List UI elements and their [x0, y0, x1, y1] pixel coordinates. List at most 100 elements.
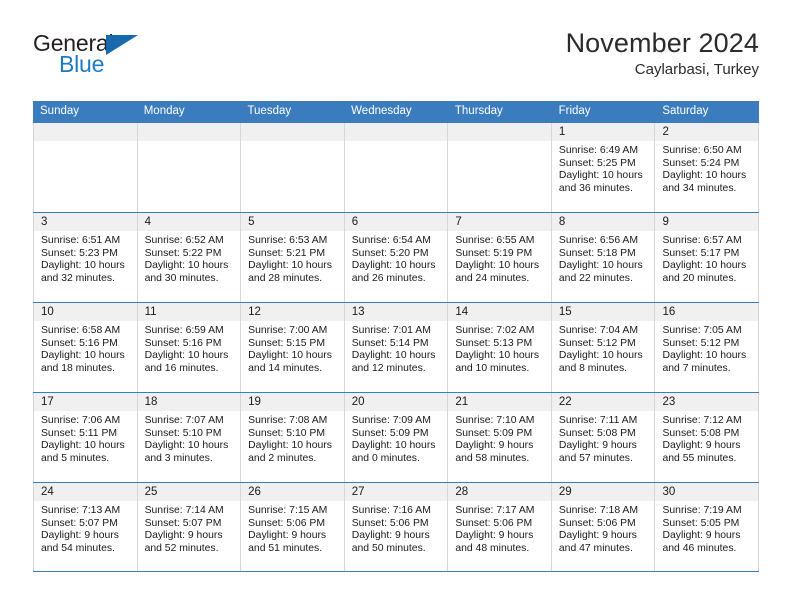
sunset-text: Sunset: 5:06 PM [558, 517, 636, 529]
daylight-text-line1: Daylight: 10 hours [558, 260, 643, 272]
calendar-day-cell[interactable]: 17 Sunrise: 7:06 AM Sunset: 5:11 PM Dayligh… [33, 393, 138, 482]
daylight-text-line1: Daylight: 10 hours [41, 350, 125, 362]
day-number: 27 [344, 483, 448, 501]
calendar-day-cell[interactable]: 20 Sunrise: 7:09 AM Sunset: 5:09 PM Dayligh… [344, 393, 449, 482]
daylight-text-line2: and 58 minutes. [455, 452, 530, 464]
sunrise-text: Sunrise: 7:09 AM [351, 415, 431, 426]
daylight-text-line2: and 14 minutes. [248, 362, 323, 374]
daylight-text-line1: Daylight: 9 hours [41, 530, 119, 542]
daylight-text-line2: and 18 minutes. [41, 362, 115, 374]
sunset-text: Sunset: 5:22 PM [144, 247, 222, 259]
sunrise-text: Sunrise: 6:56 AM [558, 235, 639, 246]
sunrise-text: Sunrise: 7:14 AM [144, 505, 224, 516]
calendar-day-cell[interactable]: 5 Sunrise: 6:53 AM Sunset: 5:21 PM Daylight… [241, 213, 345, 302]
day-number: 30 [655, 483, 759, 501]
sunrise-text: Sunrise: 7:02 AM [455, 325, 535, 336]
day-sun-info: Sunrise: 7:04 AM Sunset: 5:12 PM Daylight:… [552, 321, 655, 375]
sunrise-text: Sunrise: 6:53 AM [248, 235, 328, 246]
daylight-text-line2: and 55 minutes. [662, 452, 737, 464]
day-number: 13 [344, 303, 448, 321]
weekday-header-thursday: Thursday [454, 105, 503, 117]
daylight-text-line2: and 52 minutes. [144, 542, 219, 554]
calendar-day-cell[interactable]: 19 Sunrise: 7:08 AM Sunset: 5:10 PM Dayligh… [241, 393, 345, 482]
calendar-day-cell[interactable]: 9 Sunrise: 6:57 AM Sunset: 5:17 PM Daylight… [655, 213, 760, 302]
calendar-day-cell[interactable]: 30 Sunrise: 7:19 AM Sunset: 5:05 PM Dayligh… [655, 483, 760, 571]
weekday-header-row: Sunday Monday Tuesday Wednesday Thursday Frid… [33, 101, 759, 122]
calendar-day-cell[interactable]: 6 Sunrise: 6:54 AM Sunset: 5:20 PM Daylight… [344, 213, 449, 302]
sunset-text: Sunset: 5:12 PM [662, 337, 740, 349]
calendar-grid: Sunday Monday Tuesday Wednesday Thursday Frid… [33, 101, 760, 572]
calendar-day-cell[interactable]: 29 Sunrise: 7:18 AM Sunset: 5:06 PM Dayligh… [551, 483, 656, 571]
calendar-day-cell[interactable]: 15 Sunrise: 7:04 AM Sunset: 5:12 PM Dayligh… [551, 303, 656, 392]
daylight-text-line1: Daylight: 9 hours [558, 530, 637, 542]
sunset-text: Sunset: 5:11 PM [41, 427, 118, 439]
calendar-day-cell[interactable]: 26 Sunrise: 7:15 AM Sunset: 5:06 PM Dayligh… [241, 483, 345, 571]
calendar-day-cell[interactable]: 25 Sunrise: 7:14 AM Sunset: 5:07 PM Dayligh… [137, 483, 242, 571]
daylight-text-line2: and 2 minutes. [248, 452, 317, 464]
day-sun-info: Sunrise: 7:08 AM Sunset: 5:10 PM Daylight:… [241, 411, 344, 465]
triangle-flag-icon [106, 35, 138, 55]
sunset-text: Sunset: 5:17 PM [662, 247, 740, 259]
sunrise-text: Sunrise: 6:52 AM [144, 235, 224, 246]
day-number [137, 123, 241, 141]
day-sun-info: Sunrise: 6:56 AM Sunset: 5:18 PM Daylight:… [552, 231, 655, 285]
calendar-day-cell[interactable]: 23 Sunrise: 7:12 AM Sunset: 5:08 PM Dayligh… [655, 393, 760, 482]
sunset-text: Sunset: 5:08 PM [558, 427, 636, 439]
calendar-day-cell[interactable]: 4 Sunrise: 6:52 AM Sunset: 5:22 PM Daylight… [137, 213, 242, 302]
calendar-page: General Blue November 2024 Caylarbasi, T… [0, 0, 792, 612]
sunrise-text: Sunrise: 6:51 AM [41, 235, 121, 246]
calendar-day-cell[interactable]: 12 Sunrise: 7:00 AM Sunset: 5:15 PM Dayligh… [241, 303, 345, 392]
calendar-day-cell[interactable]: 13 Sunrise: 7:01 AM Sunset: 5:14 PM Dayligh… [344, 303, 449, 392]
calendar-day-cell[interactable]: 14 Sunrise: 7:02 AM Sunset: 5:13 PM Dayligh… [448, 303, 552, 392]
sunrise-text: Sunrise: 7:07 AM [144, 415, 224, 426]
title-block: November 2024 Caylarbasi, Turkey [566, 28, 759, 79]
daylight-text-line1: Daylight: 10 hours [144, 350, 229, 362]
calendar-day-cell-empty [33, 123, 138, 212]
daylight-text-line2: and 26 minutes. [351, 272, 426, 284]
calendar-day-cell[interactable]: 22 Sunrise: 7:11 AM Sunset: 5:08 PM Dayligh… [551, 393, 656, 482]
calendar-week-row: 24 Sunrise: 7:13 AM Sunset: 5:07 PM Dayligh… [33, 482, 760, 572]
calendar-day-cell[interactable]: 1 Sunrise: 6:49 AM Sunset: 5:25 PM Daylight… [551, 123, 656, 212]
daylight-text-line2: and 30 minutes. [144, 272, 219, 284]
day-number [344, 123, 448, 141]
sunset-text: Sunset: 5:09 PM [351, 427, 429, 439]
calendar-day-cell[interactable]: 21 Sunrise: 7:10 AM Sunset: 5:09 PM Dayligh… [448, 393, 552, 482]
sunset-text: Sunset: 5:05 PM [662, 517, 740, 529]
calendar-day-cell[interactable]: 24 Sunrise: 7:13 AM Sunset: 5:07 PM Dayligh… [33, 483, 138, 571]
daylight-text-line2: and 34 minutes. [662, 182, 737, 194]
calendar-day-cell[interactable]: 11 Sunrise: 6:59 AM Sunset: 5:16 PM Dayligh… [137, 303, 242, 392]
brand-logo[interactable]: General Blue [33, 28, 148, 76]
sunset-text: Sunset: 5:10 PM [144, 427, 222, 439]
day-sun-info: Sunrise: 6:50 AM Sunset: 5:24 PM Daylight:… [655, 141, 758, 195]
day-sun-info: Sunrise: 7:16 AM Sunset: 5:06 PM Daylight:… [345, 501, 448, 555]
day-sun-info: Sunrise: 7:11 AM Sunset: 5:08 PM Daylight:… [552, 411, 655, 465]
daylight-text-line1: Daylight: 10 hours [41, 260, 125, 272]
calendar-day-cell[interactable]: 18 Sunrise: 7:07 AM Sunset: 5:10 PM Dayligh… [137, 393, 242, 482]
page-title: November 2024 [565, 28, 759, 58]
calendar-day-cell[interactable]: 28 Sunrise: 7:17 AM Sunset: 5:06 PM Dayligh… [448, 483, 552, 571]
sunrise-text: Sunrise: 7:13 AM [41, 505, 121, 516]
day-number: 18 [137, 393, 241, 411]
day-sun-info: Sunrise: 7:01 AM Sunset: 5:14 PM Daylight:… [345, 321, 448, 375]
calendar-day-cell[interactable]: 7 Sunrise: 6:55 AM Sunset: 5:19 PM Daylight… [448, 213, 552, 302]
calendar-body: 1 Sunrise: 6:49 AM Sunset: 5:25 PM Daylight… [33, 122, 760, 572]
daylight-text-line1: Daylight: 9 hours [144, 530, 223, 542]
calendar-day-cell[interactable]: 10 Sunrise: 6:58 AM Sunset: 5:16 PM Dayligh… [33, 303, 138, 392]
sunset-text: Sunset: 5:23 PM [41, 247, 118, 259]
calendar-day-cell[interactable]: 16 Sunrise: 7:05 AM Sunset: 5:12 PM Dayligh… [655, 303, 760, 392]
day-number: 23 [655, 393, 759, 411]
day-sun-info: Sunrise: 7:10 AM Sunset: 5:09 PM Daylight:… [448, 411, 551, 465]
daylight-text-line1: Daylight: 10 hours [248, 350, 332, 362]
calendar-day-cell[interactable]: 2 Sunrise: 6:50 AM Sunset: 5:24 PM Daylight… [655, 123, 760, 212]
calendar-day-cell[interactable]: 27 Sunrise: 7:16 AM Sunset: 5:06 PM Dayligh… [344, 483, 449, 571]
day-sun-info: Sunrise: 7:06 AM Sunset: 5:11 PM Daylight:… [34, 411, 137, 465]
sunset-text: Sunset: 5:16 PM [41, 337, 118, 349]
sunset-text: Sunset: 5:13 PM [455, 337, 533, 349]
calendar-day-cell[interactable]: 8 Sunrise: 6:56 AM Sunset: 5:18 PM Daylight… [551, 213, 656, 302]
calendar-day-cell[interactable]: 3 Sunrise: 6:51 AM Sunset: 5:23 PM Daylight… [33, 213, 138, 302]
sunset-text: Sunset: 5:07 PM [144, 517, 222, 529]
day-sun-info: Sunrise: 6:54 AM Sunset: 5:20 PM Daylight:… [345, 231, 448, 285]
day-sun-info: Sunrise: 7:13 AM Sunset: 5:07 PM Daylight:… [34, 501, 137, 555]
sunrise-text: Sunrise: 6:54 AM [351, 235, 431, 246]
daylight-text-line1: Daylight: 10 hours [351, 260, 436, 272]
